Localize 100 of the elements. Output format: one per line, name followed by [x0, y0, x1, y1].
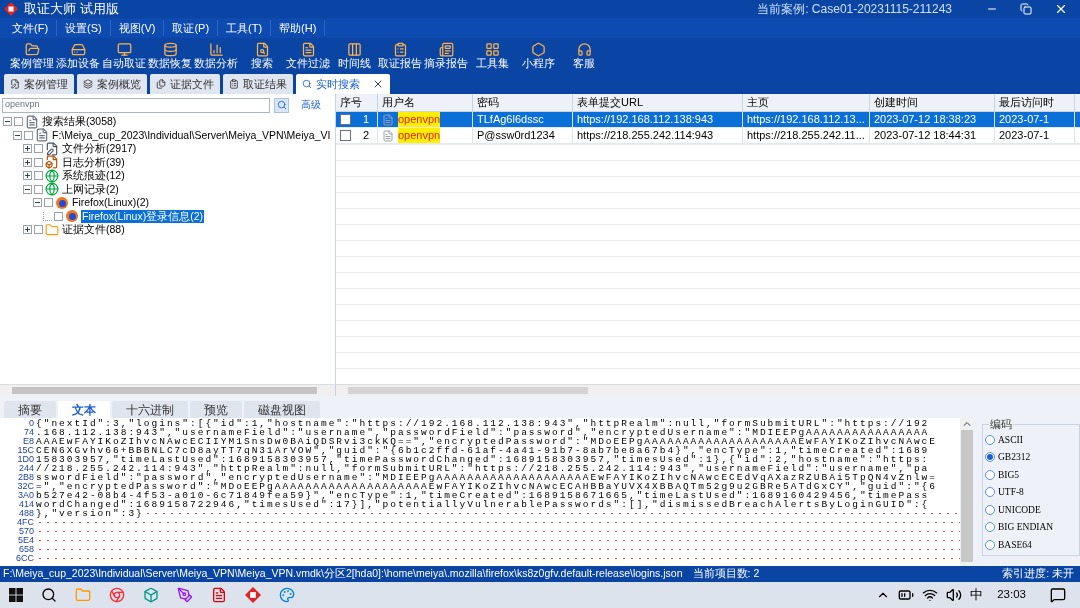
radio-label: BIG ENDIAN — [998, 521, 1054, 535]
tree-checkbox[interactable] — [54, 211, 63, 221]
battery-icon[interactable] — [898, 587, 915, 603]
close-icon[interactable] — [1054, 2, 1068, 16]
tree-item[interactable]: 证据文件(88) — [61, 223, 126, 237]
toolbar-button[interactable]: 数据分析 — [193, 42, 239, 70]
toolbar-button[interactable]: 工具集 — [469, 42, 515, 70]
row-checkbox[interactable] — [340, 130, 351, 141]
advanced-link[interactable]: 高级 — [301, 97, 321, 113]
toolbar-button[interactable]: 案例管理 — [9, 42, 55, 70]
palette-icon[interactable] — [279, 587, 295, 603]
menu-item[interactable]: 视图(V) — [110, 19, 165, 37]
column-header[interactable]: 用户名 — [378, 94, 473, 111]
menu-item[interactable]: 文件(F) — [4, 19, 58, 37]
column-header[interactable]: 序号 — [336, 94, 378, 111]
column-header[interactable]: 创建时间 — [870, 94, 995, 111]
tree-checkbox[interactable] — [14, 117, 23, 127]
tree-checkbox[interactable] — [34, 171, 43, 181]
search-field[interactable]: openvpn — [2, 97, 270, 113]
expand-toggle[interactable] — [23, 157, 32, 167]
tab[interactable]: 摘要 — [4, 401, 56, 418]
collapse-toggle[interactable] — [3, 117, 12, 127]
tab[interactable]: 证据文件 — [150, 74, 220, 94]
tree-checkbox[interactable] — [34, 184, 43, 194]
tree-item[interactable]: 上网记录(2) — [61, 182, 120, 196]
app-logo-icon[interactable] — [245, 587, 261, 603]
tree-item[interactable]: 日志分析(39) — [61, 155, 126, 169]
wifi-icon[interactable] — [922, 587, 939, 603]
tree-checkbox[interactable] — [34, 225, 43, 235]
input-method[interactable]: 中 — [970, 585, 984, 605]
scrollbar[interactable] — [336, 384, 1080, 396]
collapse-toggle[interactable] — [13, 130, 22, 140]
clock[interactable]: 23:03 — [997, 586, 1026, 604]
toolbar-button[interactable]: 自动取证 — [101, 42, 147, 70]
document-icon[interactable] — [211, 587, 227, 603]
pen-icon[interactable] — [177, 587, 193, 603]
tree-item[interactable]: Firefox(Linux)登录信息(2) — [81, 209, 205, 223]
tab[interactable]: 磁盘视图 — [244, 401, 320, 418]
expand-toggle[interactable] — [23, 225, 32, 235]
toolbar-button[interactable]: 小程序 — [515, 42, 561, 70]
windows-start-icon[interactable] — [9, 588, 23, 602]
tree-checkbox[interactable] — [34, 157, 43, 167]
toolbar-button[interactable]: 搜索 — [239, 42, 285, 70]
collapse-toggle[interactable] — [23, 184, 32, 194]
menu-item[interactable]: 工具(T) — [218, 19, 272, 37]
radio-button[interactable] — [985, 469, 995, 480]
tab[interactable]: 取证结果 — [223, 74, 293, 94]
tree-item[interactable]: 文件分析(2917) — [61, 142, 138, 156]
column-header[interactable]: 密码 — [473, 94, 573, 111]
column-header[interactable]: 最后访问时 — [995, 94, 1075, 111]
tree-item[interactable]: F:\Meiya_cup_2023\Individual\Server\Meiya_VPN\Meiya_VI — [51, 128, 332, 142]
column-header[interactable]: 主页 — [743, 94, 870, 111]
close-tab-icon[interactable] — [372, 78, 384, 90]
toolbar-button[interactable]: 客服 — [561, 42, 607, 70]
menu-item[interactable]: 帮助(H) — [271, 19, 326, 37]
row-checkbox[interactable] — [340, 114, 351, 125]
toolbar-button[interactable]: 数据恢复 — [147, 42, 193, 70]
tab[interactable]: 预览 — [190, 401, 242, 418]
document-icon — [438, 42, 454, 57]
toolbar-button[interactable]: 添加设备 — [55, 42, 101, 70]
tree-checkbox[interactable] — [44, 198, 53, 208]
radio-button[interactable] — [985, 539, 995, 550]
menu-item[interactable]: 取证(P) — [164, 19, 219, 37]
tree-item[interactable]: Firefox(Linux)(2) — [71, 196, 151, 210]
toolbar-button[interactable]: 取证报告 — [377, 42, 423, 70]
text-line: CEN6XGvhv66+BBBNLC7cD8ayTT7qN31ArVOW","guid":"{6b1c2ffd-61af-4a41-91b7-8ab7be8a67b4}","encType":1,"timeCreated":1689 — [36, 446, 930, 455]
radio-button[interactable] — [985, 522, 995, 533]
expand-toggle[interactable] — [23, 171, 32, 181]
box-icon[interactable] — [143, 587, 159, 603]
tree-checkbox[interactable] — [34, 144, 43, 154]
tab[interactable]: 十六进制 — [112, 401, 188, 418]
notification-icon[interactable] — [1050, 587, 1066, 603]
search-button[interactable] — [274, 97, 289, 113]
tab[interactable]: 案例概览 — [77, 74, 147, 94]
table-row[interactable]: 2 openvpn P@ssw0rd1234 https://218.255.242.114:943 https://218.255.242.11... 2023-07-12 18:44:31 2023-07-1 — [336, 128, 1080, 144]
radio-button[interactable] — [985, 452, 995, 463]
scrollbar[interactable] — [0, 384, 335, 396]
table-row[interactable]: 1 openvpn TLfAg6l6dssc https://192.168.112.138:943 https://192.168.112.13... 2023-07-12 18:38:23 2023-07-1 — [336, 112, 1080, 128]
column-header[interactable]: 表单提交URL — [573, 94, 743, 111]
scrollbar[interactable] — [960, 418, 974, 566]
tree-item[interactable]: 搜索结果(3058) — [41, 115, 118, 129]
tree-checkbox[interactable] — [24, 130, 33, 140]
search-icon[interactable] — [41, 587, 57, 603]
speaker-icon[interactable] — [946, 587, 963, 603]
toolbar-button[interactable]: 时间线 — [331, 42, 377, 70]
tab[interactable]: 案例管理 — [4, 74, 74, 94]
restore-icon[interactable] — [1020, 3, 1032, 15]
tab[interactable]: 实时搜索 — [296, 74, 390, 94]
browser-icon[interactable] — [109, 587, 125, 603]
radio-button[interactable] — [985, 434, 995, 445]
radio-button[interactable] — [985, 487, 995, 498]
toolbar-button[interactable]: 文件过滤 — [285, 42, 331, 70]
menu-item[interactable]: 设置(S) — [57, 19, 111, 37]
toolbar-button[interactable]: 摘录报告 — [423, 42, 469, 70]
log-icon — [45, 155, 59, 170]
collapse-toggle[interactable] — [33, 198, 42, 208]
tab[interactable]: 文本 — [58, 401, 110, 418]
tree-item[interactable]: 系统痕迹(12) — [61, 169, 126, 183]
expand-toggle[interactable] — [23, 144, 32, 154]
radio-button[interactable] — [985, 504, 995, 515]
